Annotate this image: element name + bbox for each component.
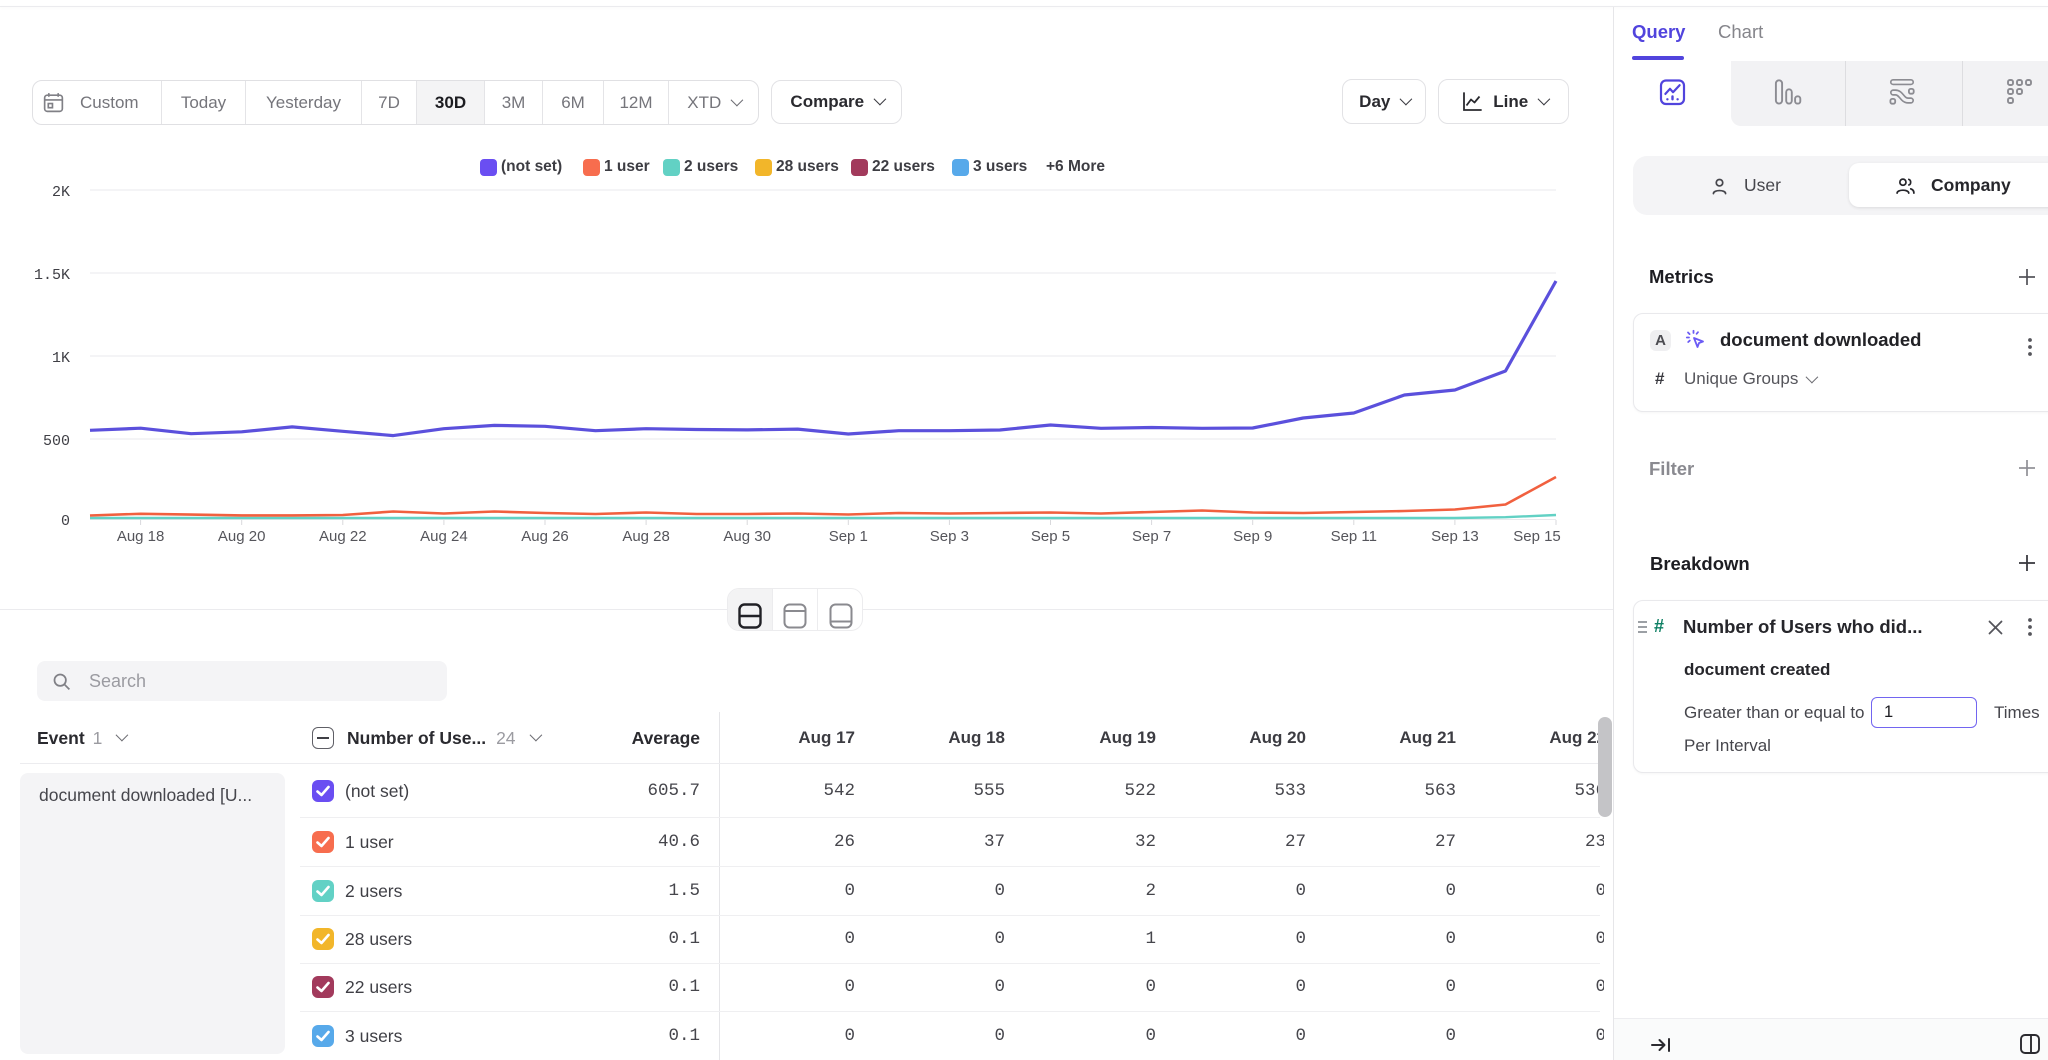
svg-text:Sep 3: Sep 3: [930, 528, 969, 545]
svg-text:Sep 15: Sep 15: [1513, 528, 1561, 545]
svg-text:Sep 7: Sep 7: [1132, 528, 1171, 545]
svg-text:2K: 2K: [52, 184, 70, 201]
svg-text:500: 500: [43, 433, 70, 450]
svg-text:Aug 22: Aug 22: [319, 528, 367, 545]
svg-text:Sep 11: Sep 11: [1331, 528, 1377, 545]
svg-text:Sep 5: Sep 5: [1031, 528, 1070, 545]
svg-text:1.5K: 1.5K: [34, 267, 70, 284]
svg-text:Sep 13: Sep 13: [1431, 528, 1479, 545]
svg-text:Aug 20: Aug 20: [218, 528, 266, 545]
svg-text:Aug 26: Aug 26: [521, 528, 569, 545]
svg-text:0: 0: [61, 513, 70, 530]
svg-text:1K: 1K: [52, 350, 70, 367]
svg-text:Aug 18: Aug 18: [117, 528, 165, 545]
svg-text:Aug 30: Aug 30: [723, 528, 771, 545]
svg-text:Aug 28: Aug 28: [622, 528, 670, 545]
svg-text:Aug 24: Aug 24: [420, 528, 468, 545]
svg-text:Sep 9: Sep 9: [1233, 528, 1272, 545]
svg-text:Sep 1: Sep 1: [829, 528, 868, 545]
